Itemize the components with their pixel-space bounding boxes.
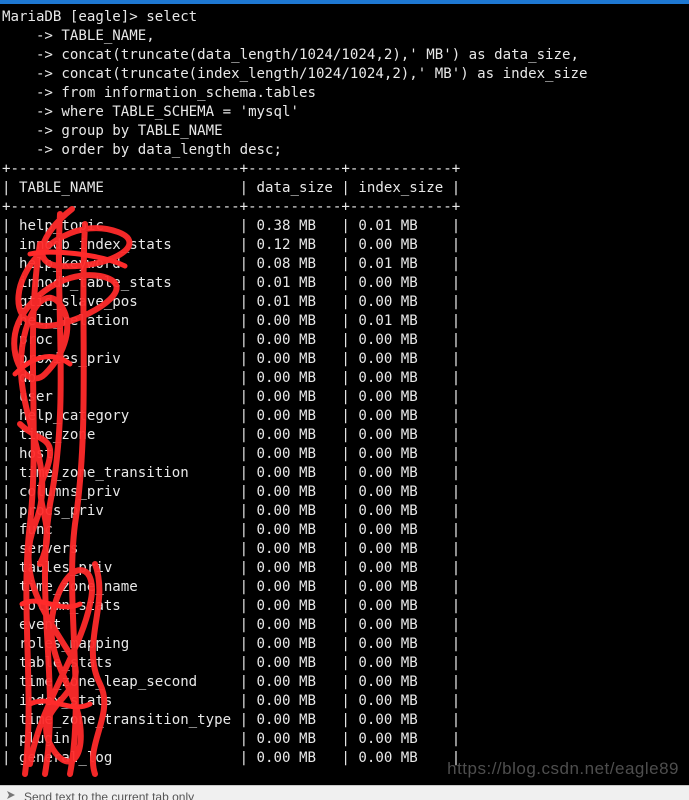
table-row: | procs_priv | 0.00 MB | 0.00 MB | [2, 503, 461, 519]
table-row: | tables_priv | 0.00 MB | 0.00 MB | [2, 560, 461, 576]
watermark: https://blog.csdn.net/eagle89 [447, 759, 679, 778]
table-row: | help_keyword | 0.08 MB | 0.01 MB | [2, 256, 461, 272]
table-row: | columns_priv | 0.00 MB | 0.00 MB | [2, 484, 461, 500]
sql-query-line: -> concat(truncate(index_length/1024/102… [2, 66, 588, 82]
table-row: | host | 0.00 MB | 0.00 MB | [2, 446, 461, 462]
table-row: | func | 0.00 MB | 0.00 MB | [2, 522, 461, 538]
send-text-bar[interactable]: Send text to the current tab only [0, 785, 689, 800]
table-row: | user | 0.00 MB | 0.00 MB | [2, 389, 461, 405]
table-border: +---------------------------+-----------… [2, 199, 461, 215]
terminal-output[interactable]: MariaDB [eagle]> select -> TABLE_NAME, -… [0, 4, 689, 785]
table-border: +---------------------------+-----------… [2, 161, 461, 177]
sql-query-line: -> where TABLE_SCHEMA = 'mysql' [2, 104, 299, 120]
table-row: | help_topic | 0.38 MB | 0.01 MB | [2, 218, 461, 234]
sql-query-line: -> order by data_length desc; [2, 142, 283, 158]
table-row: | servers | 0.00 MB | 0.00 MB | [2, 541, 461, 557]
sql-query-line: -> concat(truncate(data_length/1024/1024… [2, 47, 579, 63]
table-row: | proc | 0.00 MB | 0.00 MB | [2, 332, 461, 348]
terminal-text: MariaDB [eagle]> select -> TABLE_NAME, -… [0, 4, 689, 768]
table-row: | time_zone_name | 0.00 MB | 0.00 MB | [2, 579, 461, 595]
table-row: | table_stats | 0.00 MB | 0.00 MB | [2, 655, 461, 671]
table-row: | plugin | 0.00 MB | 0.00 MB | [2, 731, 461, 747]
table-row: | proxies_priv | 0.00 MB | 0.00 MB | [2, 351, 461, 367]
table-row: | help_category | 0.00 MB | 0.00 MB | [2, 408, 461, 424]
table-header-row: | TABLE_NAME | data_size | index_size | [2, 180, 461, 196]
table-row: | gtid_slave_pos | 0.01 MB | 0.00 MB | [2, 294, 461, 310]
sql-query-line: -> from information_schema.tables [2, 85, 316, 101]
table-row: | event | 0.00 MB | 0.00 MB | [2, 617, 461, 633]
table-row: | index_stats | 0.00 MB | 0.00 MB | [2, 693, 461, 709]
sql-query-line: -> TABLE_NAME, [2, 28, 155, 44]
sql-prompt: MariaDB [eagle]> select [2, 9, 198, 25]
table-row: | time_zone_leap_second | 0.00 MB | 0.00… [2, 674, 461, 690]
table-row: | time_zone | 0.00 MB | 0.00 MB | [2, 427, 461, 443]
sql-query-line: -> group by TABLE_NAME [2, 123, 223, 139]
table-row: | help_relation | 0.00 MB | 0.01 MB | [2, 313, 461, 329]
table-row: | time_zone_transition | 0.00 MB | 0.00 … [2, 465, 461, 481]
table-row: | time_zone_transition_type | 0.00 MB | … [2, 712, 461, 728]
table-row: | db | 0.00 MB | 0.00 MB | [2, 370, 461, 386]
table-row: | innodb_table_stats | 0.01 MB | 0.00 MB… [2, 275, 461, 291]
table-row: | innodb_index_stats | 0.12 MB | 0.00 MB… [2, 237, 461, 253]
table-row: | column_stats | 0.00 MB | 0.00 MB | [2, 598, 461, 614]
table-row: | roles_mapping | 0.00 MB | 0.00 MB | [2, 636, 461, 652]
